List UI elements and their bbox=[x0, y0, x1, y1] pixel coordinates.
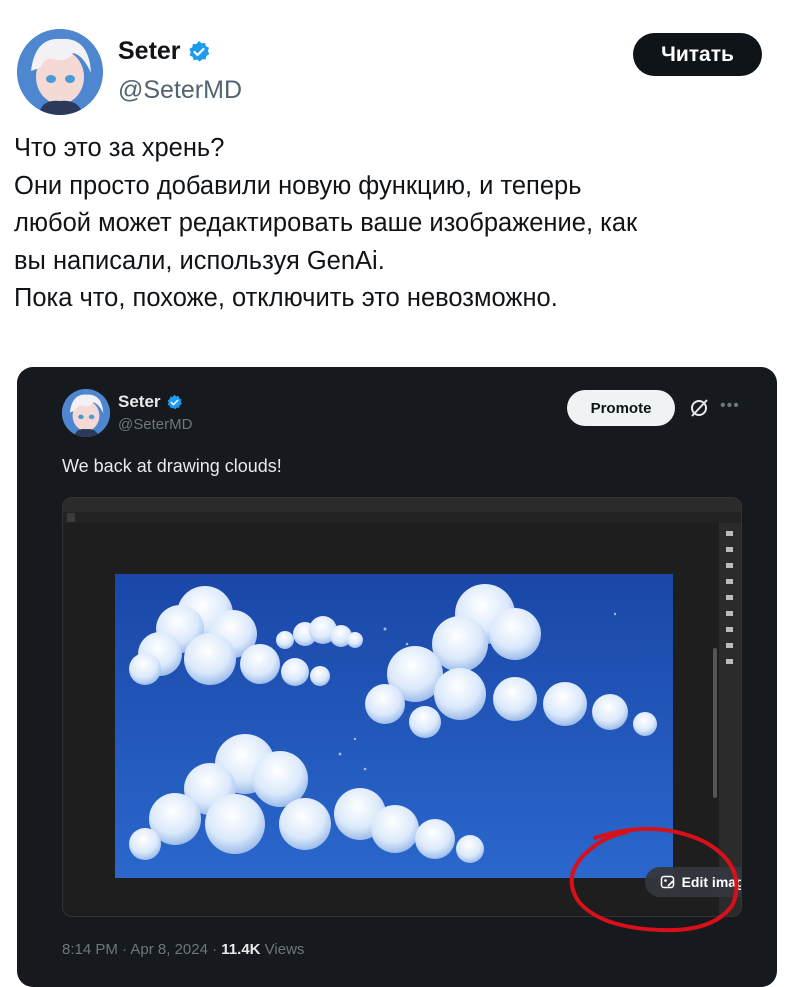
editor-document-tab bbox=[67, 513, 75, 522]
highlight-circle bbox=[569, 826, 739, 933]
tweet-text: Что это за хрень? Они просто добавили но… bbox=[14, 130, 784, 318]
tweet-date: Apr 8, 2024 bbox=[130, 941, 208, 958]
read-button[interactable]: Читать bbox=[633, 33, 762, 76]
author-avatar[interactable] bbox=[17, 29, 103, 115]
tweet-meta: 8:14 PM · Apr 8, 2024 · 11.4K Views bbox=[62, 941, 304, 958]
views-count: 11.4K bbox=[221, 941, 261, 958]
views-label: Views bbox=[264, 941, 305, 958]
promote-button: Promote bbox=[567, 390, 675, 426]
embedded-author-name: Seter bbox=[118, 392, 183, 412]
tweet-line: вы написали, используя GenAi. bbox=[14, 246, 385, 275]
editor-tab-bar bbox=[63, 512, 741, 523]
embedded-author-name-text: Seter bbox=[118, 392, 161, 411]
tweet-line: Что это за хрень? bbox=[14, 134, 225, 162]
tweet-time: 8:14 PM bbox=[62, 941, 118, 958]
tweet-line: Пока что, похоже, отключить это невозмож… bbox=[14, 284, 558, 312]
more-icon: ••• bbox=[720, 397, 740, 414]
meta-separator: · bbox=[212, 941, 222, 958]
embedded-tweet-text: We back at drawing clouds! bbox=[62, 456, 282, 476]
embedded-author-avatar bbox=[62, 389, 110, 437]
verified-icon bbox=[188, 40, 209, 61]
verified-icon bbox=[167, 394, 182, 409]
author-name[interactable]: Seter bbox=[118, 37, 211, 66]
tweet-line: любой может редактировать ваше изображен… bbox=[14, 209, 638, 237]
tweet-line: Они просто добавили новую функцию, и теп… bbox=[14, 171, 582, 200]
embedded-author-handle: @SeterMD bbox=[118, 416, 193, 433]
editor-scrollbar bbox=[713, 648, 717, 798]
author-handle[interactable]: @SeterMD bbox=[118, 76, 242, 105]
author-name-text[interactable]: Seter bbox=[118, 37, 181, 66]
editor-options-bar bbox=[63, 498, 741, 513]
grok-icon bbox=[691, 399, 708, 417]
